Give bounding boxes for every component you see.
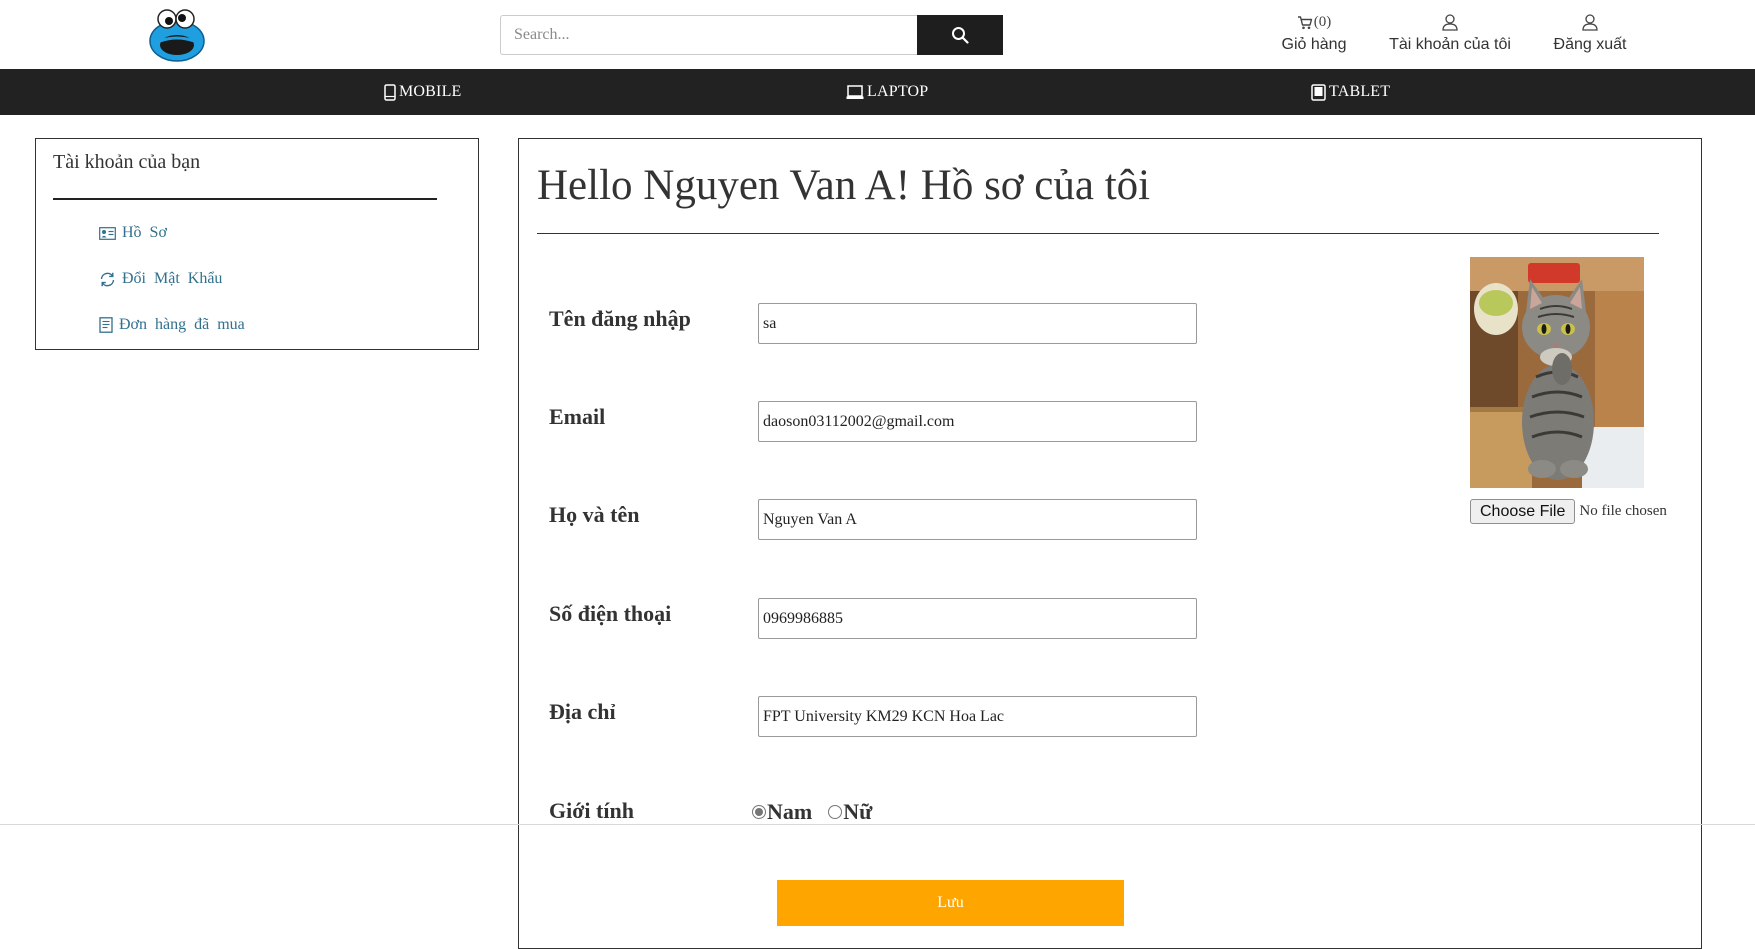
top-header: (0) Giỏ hàng Tài khoản của tôi Đăng xuất bbox=[0, 0, 1755, 69]
id-card-icon bbox=[99, 226, 116, 240]
mobile-icon bbox=[384, 83, 396, 101]
save-button[interactable]: Lưu bbox=[777, 880, 1124, 926]
cart-count: (0) bbox=[1313, 13, 1332, 30]
search-icon bbox=[952, 27, 969, 44]
search-input[interactable] bbox=[500, 15, 917, 55]
gender-option-male[interactable]: Nam bbox=[752, 799, 812, 825]
page-title: Hello Nguyen Van A! Hồ sơ của tôi bbox=[537, 162, 1151, 209]
user-icon bbox=[1582, 14, 1598, 31]
sidebar-item-orders[interactable]: Đơn hàng đã mua bbox=[99, 316, 245, 334]
cart-icon bbox=[1297, 15, 1312, 29]
refresh-icon bbox=[100, 272, 115, 286]
sidebar-title: Tài khoản của bạn bbox=[53, 151, 201, 173]
user-icon bbox=[1442, 14, 1458, 31]
radio-male[interactable] bbox=[752, 805, 766, 819]
avatar bbox=[1470, 257, 1644, 488]
phone-label: Số điện thoại bbox=[549, 601, 672, 626]
my-account-label: Tài khoản của tôi bbox=[1389, 36, 1511, 53]
email-field[interactable] bbox=[758, 401, 1197, 442]
sidebar-item-label: Hồ Sơ bbox=[122, 224, 167, 241]
logout-label: Đăng xuất bbox=[1553, 36, 1627, 53]
nav-laptop-label: LAPTOP bbox=[867, 83, 929, 100]
cart-label: Giỏ hàng bbox=[1281, 36, 1347, 53]
search-button[interactable] bbox=[917, 15, 1003, 55]
username-label: Tên đăng nhập bbox=[549, 306, 691, 331]
nav-mobile-label: MOBILE bbox=[399, 83, 462, 100]
gender-option-label: Nam bbox=[767, 799, 813, 824]
sidebar-item-change-password[interactable]: Đổi Mật Khẩu bbox=[99, 270, 222, 288]
sidebar-item-label: Đơn hàng đã mua bbox=[119, 316, 245, 333]
sidebar-item-label: Đổi Mật Khẩu bbox=[122, 270, 223, 287]
cart-link[interactable]: (0) Giỏ hàng bbox=[1269, 12, 1359, 54]
phone-field[interactable] bbox=[758, 598, 1197, 639]
search-bar bbox=[500, 15, 1003, 55]
sidebar-item-profile[interactable]: Hồ Sơ bbox=[99, 224, 167, 242]
my-account-link[interactable]: Tài khoản của tôi bbox=[1380, 12, 1520, 54]
radio-female[interactable] bbox=[828, 805, 843, 819]
laptop-icon bbox=[846, 84, 864, 99]
title-divider bbox=[537, 233, 1659, 234]
gender-option-female[interactable]: Nữ bbox=[828, 799, 872, 825]
cookie-monster-logo[interactable] bbox=[146, 8, 208, 62]
account-sidebar: Tài khoản của bạn Hồ Sơ Đổi Mật Khẩu Đơn… bbox=[35, 138, 479, 350]
nav-mobile[interactable]: MOBILE bbox=[384, 69, 462, 115]
choose-file-button[interactable]: Choose File bbox=[1470, 499, 1576, 524]
gender-radio-group: Nam Nữ bbox=[752, 799, 888, 825]
profile-card: Hello Nguyen Van A! Hồ sơ của tôi Tên đă… bbox=[518, 138, 1702, 949]
nav-tablet[interactable]: TABLET bbox=[1311, 69, 1390, 115]
fullname-field[interactable] bbox=[758, 499, 1197, 540]
email-label: Email bbox=[549, 404, 606, 429]
gender-option-label: Nữ bbox=[843, 799, 873, 824]
nav-tablet-label: TABLET bbox=[1329, 83, 1391, 100]
sidebar-divider bbox=[53, 198, 437, 200]
file-status: No file chosen bbox=[1579, 503, 1667, 519]
gender-label: Giới tính bbox=[549, 798, 634, 823]
logout-link[interactable]: Đăng xuất bbox=[1540, 12, 1640, 54]
tablet-icon bbox=[1311, 83, 1326, 101]
nav-laptop[interactable]: LAPTOP bbox=[846, 69, 928, 115]
address-field[interactable] bbox=[758, 696, 1197, 737]
viewport-divider bbox=[0, 824, 1755, 825]
receipt-icon bbox=[99, 317, 113, 333]
username-field[interactable] bbox=[758, 303, 1197, 344]
category-nav: MOBILE LAPTOP TABLET bbox=[0, 69, 1755, 115]
file-upload: Choose File No file chosen bbox=[1470, 499, 1667, 524]
address-label: Địa chỉ bbox=[549, 699, 616, 724]
fullname-label: Họ và tên bbox=[549, 502, 640, 527]
